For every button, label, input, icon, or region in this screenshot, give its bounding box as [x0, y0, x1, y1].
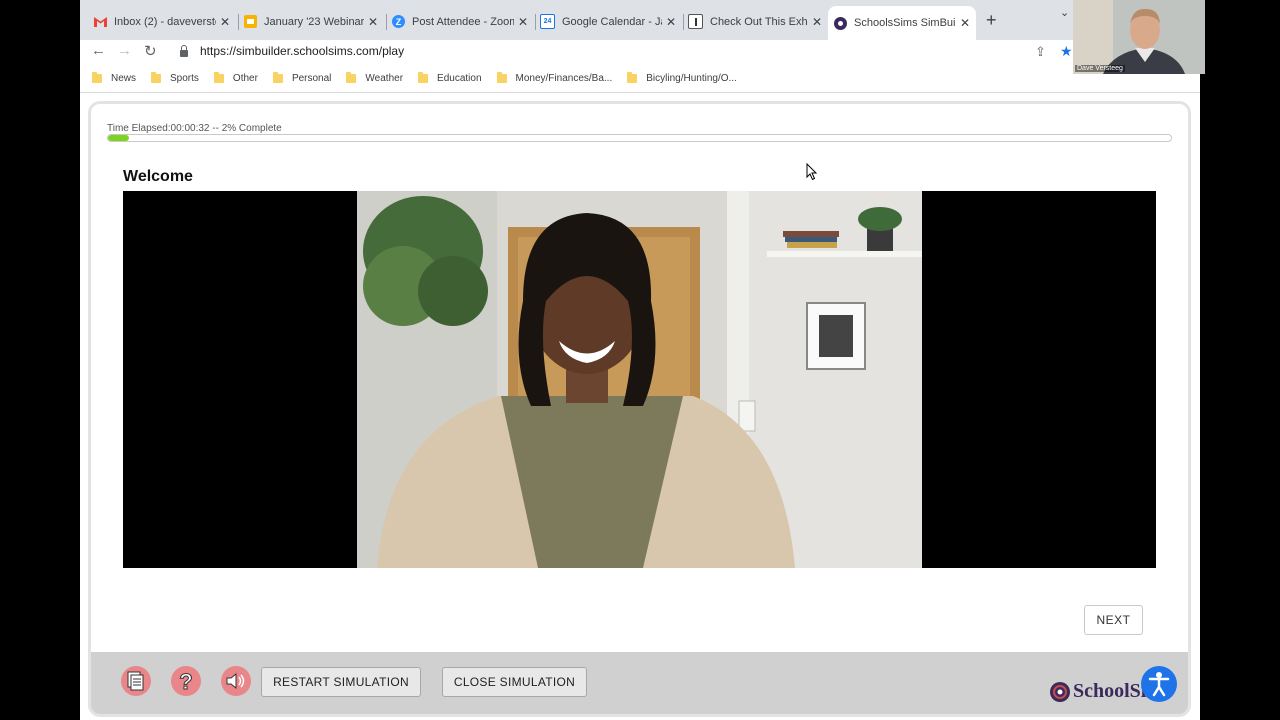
folder-icon: [213, 71, 224, 83]
webcam-video-image: [1073, 0, 1205, 74]
bookmark-personal[interactable]: Personal: [272, 71, 331, 84]
close-simulation-button[interactable]: CLOSE SIMULATION: [442, 667, 587, 697]
folder-icon: [272, 71, 283, 83]
bookmark-money[interactable]: Money/Finances/Ba...: [496, 71, 612, 84]
next-button[interactable]: NEXT: [1084, 605, 1143, 635]
tab-label: Google Calendar - Jan: [562, 15, 662, 28]
browser-toolbar: ← → ↻ https://simbuilder.schoolsims.com/…: [80, 40, 1200, 64]
progress-bar-fill: [108, 135, 130, 141]
tab-article[interactable]: Check Out This Exhaustive ✕: [682, 8, 828, 35]
bookmark-education[interactable]: Education: [418, 71, 482, 84]
tab-strip: Inbox (2) - daveversteeg ✕ January '23 W…: [80, 0, 1200, 40]
calendar-icon: 24: [540, 14, 555, 29]
accessibility-icon[interactable]: [1141, 666, 1177, 702]
gmail-icon: [94, 15, 107, 28]
new-tab-button[interactable]: +: [986, 10, 997, 31]
folder-icon: [418, 71, 429, 83]
folder-icon: [346, 71, 357, 83]
toolbar-divider: [80, 92, 1200, 93]
tab-inbox[interactable]: Inbox (2) - daveversteeg ✕: [88, 8, 236, 35]
bookmark-other[interactable]: Other: [213, 71, 258, 84]
restart-simulation-button[interactable]: RESTART SIMULATION: [261, 667, 421, 697]
lock-icon: [180, 44, 188, 57]
schoolsims-icon: [834, 16, 847, 30]
url-text: https://simbuilder.schoolsims.com/play: [200, 44, 405, 58]
back-arrow-icon[interactable]: ←: [91, 42, 106, 59]
close-icon[interactable]: ✕: [518, 15, 528, 29]
folder-icon: [496, 71, 507, 83]
svg-text:?: ?: [179, 670, 192, 692]
close-icon[interactable]: ✕: [368, 15, 378, 29]
zoom-icon: Z: [392, 15, 405, 28]
webcam-overlay: Dave Versteeg: [1073, 0, 1205, 74]
participant-name: Dave Versteeg: [1075, 65, 1125, 72]
time-elapsed-text: Time Elapsed:00:00:32 -- 2% Complete: [107, 123, 282, 134]
folder-icon: [151, 71, 162, 83]
video-frame-image: [123, 191, 1156, 568]
close-icon[interactable]: ✕: [666, 15, 676, 29]
help-icon[interactable]: ?: [171, 666, 201, 696]
tab-label: January '23 Webinar: [264, 15, 364, 28]
reload-icon[interactable]: ↻: [144, 42, 157, 60]
tab-zoom[interactable]: Z Post Attendee - Zoom ✕: [386, 8, 534, 35]
bookmark-sports[interactable]: Sports: [151, 71, 199, 84]
tab-webinar[interactable]: January '23 Webinar ✕: [238, 8, 384, 35]
progress-bar: [107, 134, 1172, 142]
audio-icon[interactable]: [221, 666, 251, 696]
close-icon[interactable]: ✕: [812, 15, 822, 29]
bottom-toolbar: ? RESTART SIMULATION CLOSE SIMULATION Sc…: [91, 652, 1188, 714]
folder-icon: [92, 71, 102, 83]
address-bar[interactable]: https://simbuilder.schoolsims.com/play: [170, 40, 1070, 62]
mouse-cursor-icon: [806, 163, 818, 181]
tab-schoolsims[interactable]: SchoolsSims SimBuilder ✕: [828, 6, 976, 40]
page-title: Welcome: [123, 168, 193, 185]
tab-label: Inbox (2) - daveversteeg: [114, 15, 216, 28]
bookmark-news[interactable]: News: [92, 71, 136, 84]
bookmark-bicycling[interactable]: Bicyling/Hunting/O...: [627, 71, 737, 84]
browser-window: Inbox (2) - daveversteeg ✕ January '23 W…: [80, 0, 1200, 720]
share-icon[interactable]: ⇪: [1035, 44, 1046, 60]
tab-calendar[interactable]: 24 Google Calendar - Jan ✕: [534, 8, 682, 35]
tab-label: Check Out This Exhaustive: [710, 15, 808, 28]
slides-icon: [244, 15, 257, 28]
tab-label: SchoolsSims SimBuilder: [854, 17, 956, 29]
forward-arrow-icon[interactable]: →: [117, 42, 132, 59]
bookmark-weather[interactable]: Weather: [346, 71, 403, 84]
simulation-panel: Time Elapsed:00:00:32 -- 2% Complete Wel…: [88, 101, 1191, 717]
close-icon[interactable]: ✕: [960, 16, 970, 30]
video-player[interactable]: [123, 191, 1156, 568]
tab-label: Post Attendee - Zoom: [412, 15, 514, 28]
bookmarks-bar: News Sports Other Personal Weather Educa…: [80, 66, 1200, 90]
folder-icon: [627, 71, 638, 83]
chevron-down-icon[interactable]: ⌄: [1060, 6, 1069, 19]
page-icon: [688, 14, 703, 29]
transcript-icon[interactable]: [121, 666, 151, 696]
bookmark-star-icon[interactable]: ★: [1060, 43, 1073, 60]
close-icon[interactable]: ✕: [220, 15, 230, 29]
